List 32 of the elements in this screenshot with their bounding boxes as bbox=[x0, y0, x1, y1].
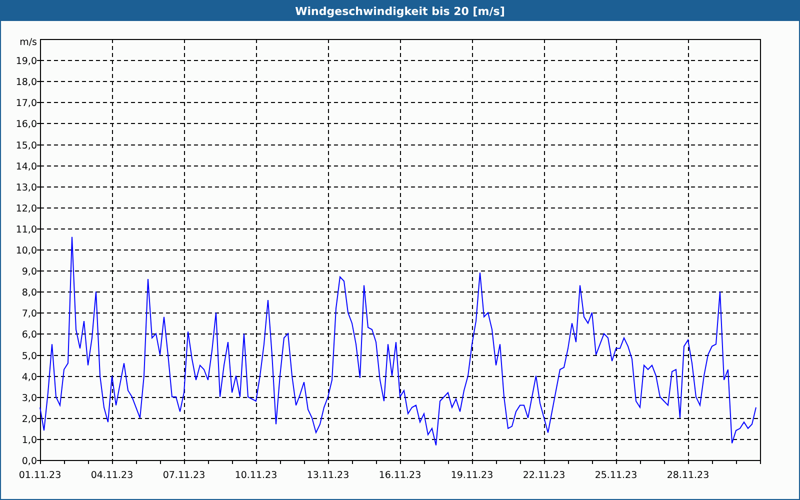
y-tick-label: 7,0 bbox=[22, 308, 37, 320]
y-tick-label: 15,0 bbox=[16, 140, 37, 152]
x-tick-label: 13.11.23 bbox=[306, 470, 350, 481]
y-axis-unit: m/s bbox=[20, 37, 37, 48]
x-tick-label: 28.11.23 bbox=[666, 470, 710, 481]
y-tick-label: 0,0 bbox=[22, 456, 37, 467]
x-tick-label: 16.11.23 bbox=[378, 470, 422, 481]
y-tick-label: 14,0 bbox=[16, 161, 37, 172]
y-tick-label: 3,0 bbox=[22, 392, 37, 404]
y-tick-label: 12,0 bbox=[16, 203, 37, 214]
y-tick-label: 9,0 bbox=[22, 266, 37, 278]
x-tick-label: 25.11.23 bbox=[594, 470, 638, 481]
x-tick-label: 22.11.23 bbox=[522, 470, 566, 481]
y-tick-label: 16,0 bbox=[16, 119, 37, 130]
y-tick-label: 8,0 bbox=[22, 288, 37, 299]
x-tick-label: 07.11.23 bbox=[162, 470, 206, 481]
x-tick-label: 04.11.23 bbox=[90, 470, 134, 481]
y-tick-label: 2,0 bbox=[22, 414, 37, 425]
y-tick-label: 5,0 bbox=[22, 350, 37, 362]
y-tick-label: 18,0 bbox=[16, 77, 37, 88]
x-tick-label: 01.11.23 bbox=[18, 470, 62, 481]
y-tick-label: 11,0 bbox=[16, 224, 37, 236]
y-tick-label: 1,0 bbox=[22, 434, 37, 446]
y-tick-label: 10,0 bbox=[16, 246, 37, 256]
y-tick-label: 19,0 bbox=[16, 56, 37, 68]
y-tick-label: 13,0 bbox=[16, 182, 37, 194]
window-title: Windgeschwindigkeit bis 20 [m/s] bbox=[295, 4, 505, 18]
y-tick-label: 4,0 bbox=[22, 372, 37, 383]
y-tick-label: 6,0 bbox=[22, 330, 37, 341]
x-tick-label: 10.11.23 bbox=[234, 470, 278, 481]
y-tick-label: 17,0 bbox=[16, 98, 37, 110]
x-tick-label: 19.11.23 bbox=[450, 470, 494, 481]
